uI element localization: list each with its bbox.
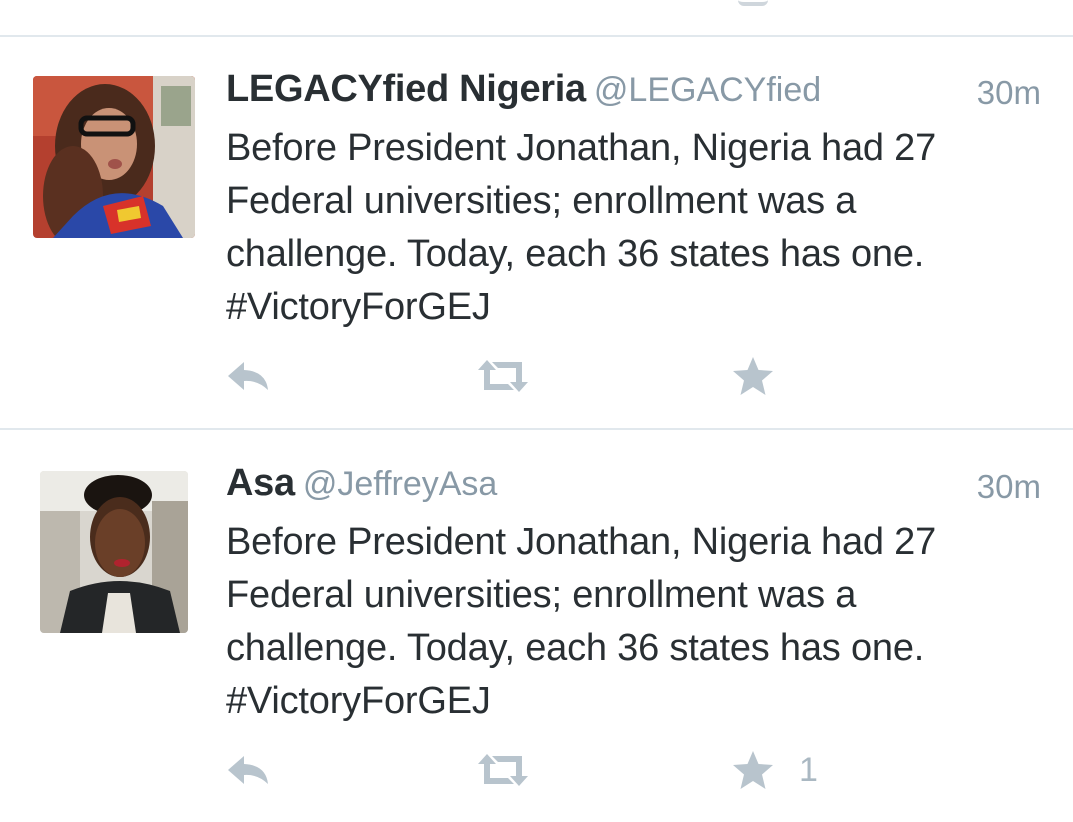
- display-name[interactable]: LEGACYfied Nigeria: [226, 68, 586, 110]
- reply-button[interactable]: [226, 356, 272, 396]
- avatar[interactable]: [33, 76, 195, 238]
- retweet-icon: [738, 0, 768, 6]
- tweet-actions: [226, 356, 1041, 396]
- timestamp[interactable]: 30m: [977, 468, 1041, 506]
- tweet-text: Before President Jonathan, Nigeria had 2…: [226, 127, 937, 328]
- tweet-header: LEGACYfied Nigeria @LEGACYfied 30m: [226, 68, 1041, 118]
- user-handle[interactable]: @LEGACYfied: [594, 71, 821, 109]
- reply-icon: [228, 756, 268, 784]
- retweet-button[interactable]: [474, 750, 532, 790]
- display-name[interactable]: Asa: [226, 462, 295, 504]
- tweet-card[interactable]: Asa @JeffreyAsa 30m Before President Jona…: [0, 430, 1073, 822]
- favorite-count: 1: [799, 751, 818, 789]
- user-handle[interactable]: @JeffreyAsa: [303, 465, 498, 503]
- tweet-actions: 1: [226, 750, 1041, 790]
- star-icon: [733, 357, 773, 395]
- retweet-button[interactable]: [474, 356, 532, 396]
- favorite-button[interactable]: 1: [731, 750, 818, 790]
- tweet-card[interactable]: LEGACYfied Nigeria @LEGACYfied 30m Before…: [0, 36, 1073, 428]
- reply-button[interactable]: [226, 750, 272, 790]
- favorite-button[interactable]: [731, 356, 799, 396]
- previous-tweet-actions-stub: [0, 0, 1073, 36]
- tweet-header: Asa @JeffreyAsa 30m: [226, 462, 1041, 512]
- reply-icon: [228, 362, 268, 390]
- avatar[interactable]: [40, 471, 188, 633]
- timestamp[interactable]: 30m: [977, 74, 1041, 112]
- tweet-text: Before President Jonathan, Nigeria had 2…: [226, 521, 937, 722]
- retweet-icon: [478, 360, 528, 392]
- retweet-icon: [478, 754, 528, 786]
- star-icon: [733, 751, 773, 789]
